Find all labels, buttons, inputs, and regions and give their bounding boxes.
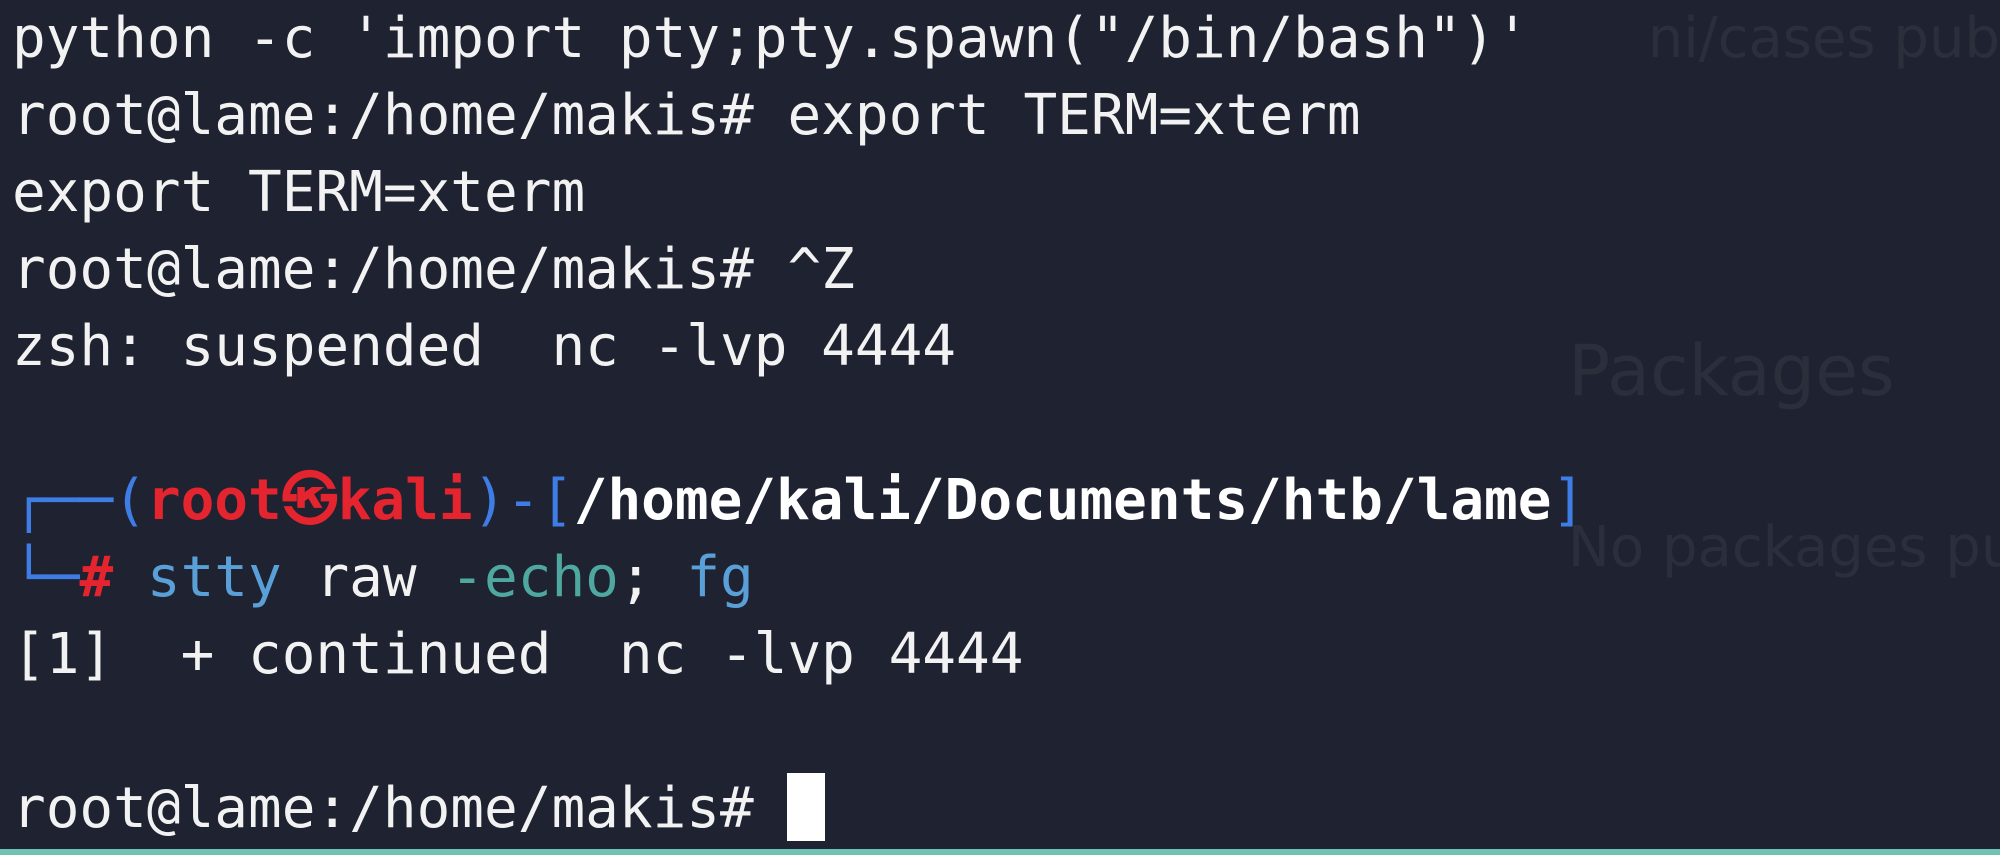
prompt-hash: # bbox=[79, 545, 114, 610]
command-fg: fg bbox=[686, 545, 754, 610]
window-bottom-border bbox=[0, 849, 2000, 855]
terminal-line: export TERM=xterm bbox=[12, 160, 586, 225]
background-ghost-heading: Packages bbox=[1568, 330, 1895, 412]
prompt-cwd: /home/kali/Documents/htb/lame bbox=[573, 468, 1552, 533]
text-cursor[interactable] bbox=[787, 773, 826, 841]
prompt-box-top: ┌──( bbox=[12, 468, 147, 533]
shell-input-line[interactable]: root@lame:/home/makis# bbox=[12, 770, 826, 847]
terminal-window[interactable]: ni/cases pub Packages No packages pub py… bbox=[0, 0, 2000, 855]
prompt-host: kali bbox=[337, 468, 473, 533]
skull-icon: ㉿ bbox=[281, 468, 338, 533]
prompt-user: root bbox=[146, 468, 282, 533]
job-status-line: [1] + continued nc -lvp 4444 bbox=[12, 622, 1024, 687]
shell-prompt: root@lame:/home/makis# bbox=[12, 776, 788, 841]
prompt-close-bracket: ] bbox=[1551, 468, 1586, 533]
terminal-line: root@lame:/home/makis# export TERM=xterm bbox=[12, 83, 1361, 148]
background-ghost-subtext: No packages pub bbox=[1568, 515, 2000, 580]
command-stty: stty bbox=[146, 545, 282, 610]
prompt-separator: )-[ bbox=[472, 468, 574, 533]
terminal-line: python -c 'import pty;pty.spawn("/bin/ba… bbox=[12, 6, 1530, 71]
background-ghost-text: ni/cases pub bbox=[1647, 6, 2000, 71]
command-arg-raw: raw bbox=[281, 545, 451, 610]
command-arg-echo: -echo bbox=[450, 545, 619, 610]
terminal-line: zsh: suspended nc -lvp 4444 bbox=[12, 314, 957, 379]
kali-prompt-header: ┌──(root㉿kali)-[/home/kali/Documents/htb… bbox=[12, 462, 1585, 539]
kali-prompt-command: └─# stty raw -echo; fg bbox=[12, 539, 754, 616]
command-separator: ; bbox=[618, 545, 687, 610]
prompt-box-bottom: └─ bbox=[12, 545, 80, 610]
terminal-line: root@lame:/home/makis# ^Z bbox=[12, 237, 855, 302]
